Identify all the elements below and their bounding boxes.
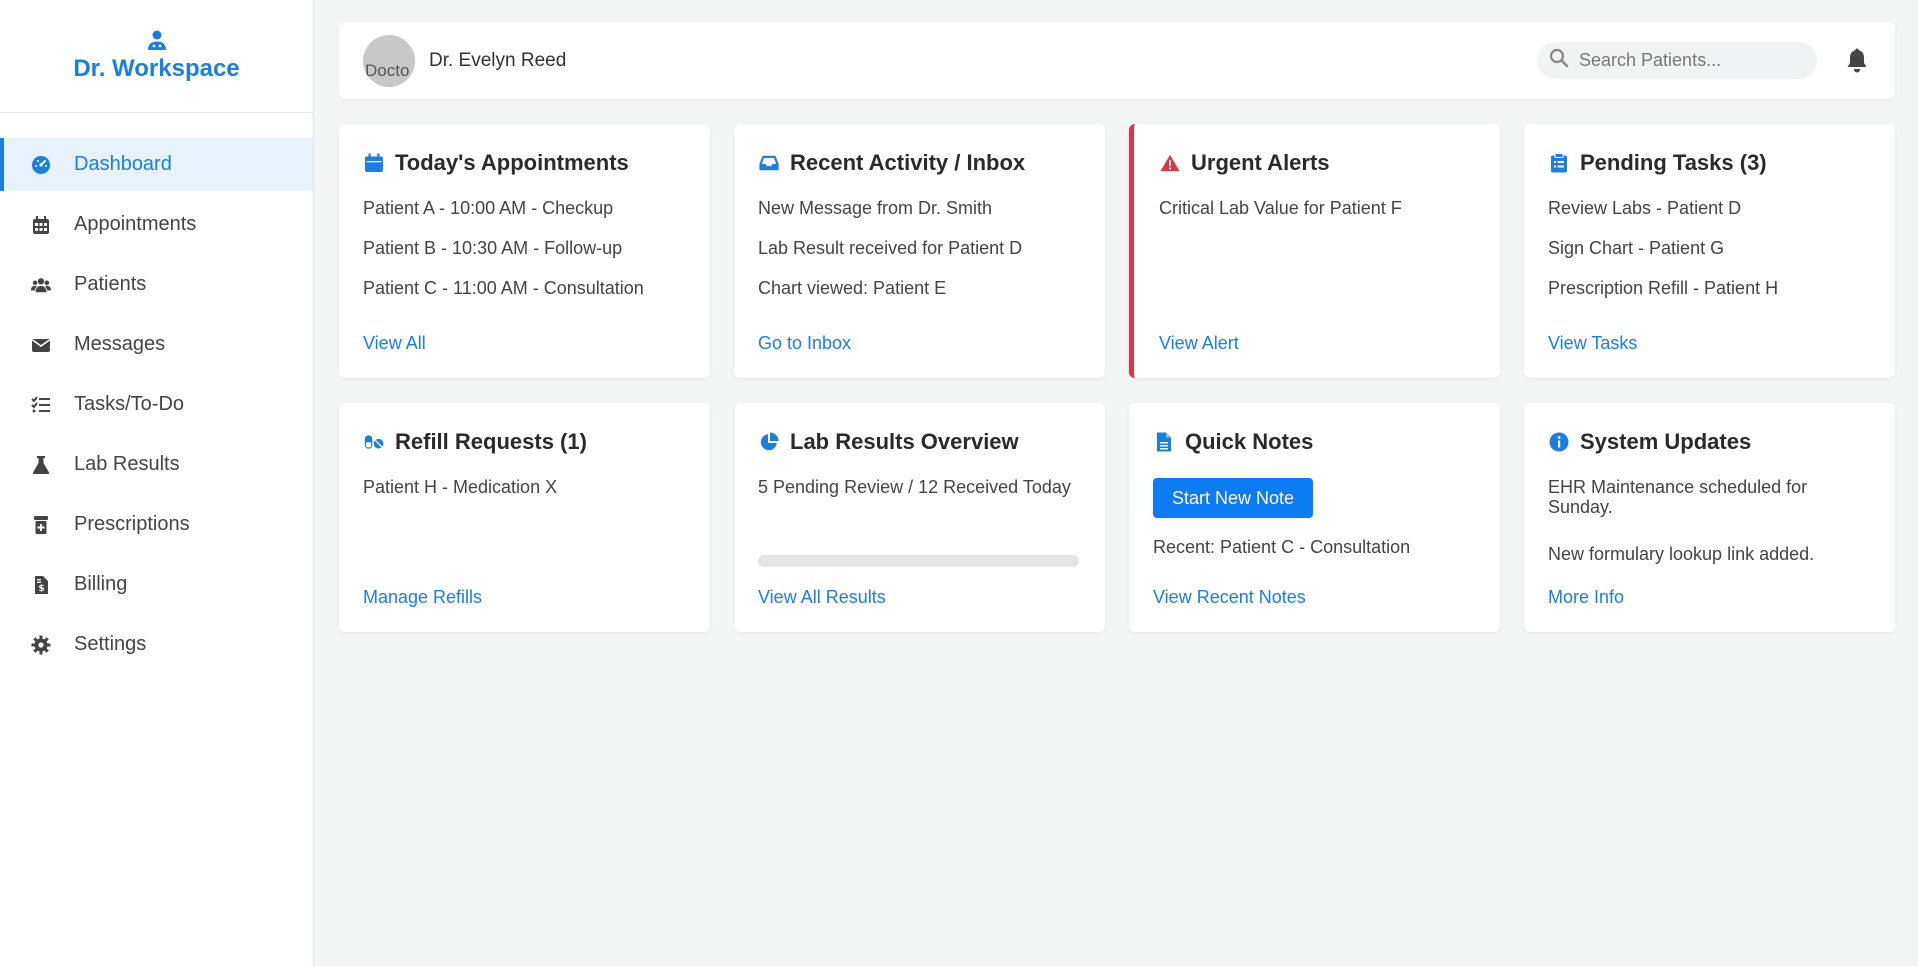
sidebar-item-appointments[interactable]: Appointments <box>0 198 313 251</box>
dashboard-grid: Today's Appointments Patient A - 10:00 A… <box>339 124 1895 632</box>
list-item[interactable]: Patient H - Medication X <box>363 477 686 497</box>
main-content: Docto Dr. Evelyn Reed Today's Appointmen… <box>339 22 1895 632</box>
sidebar-item-label: Messages <box>74 333 166 355</box>
pills-icon <box>363 431 385 453</box>
sidebar-item-billing[interactable]: $ Billing <box>0 558 313 611</box>
calendar-icon <box>363 152 385 174</box>
sidebar-item-label: Dashboard <box>74 153 172 175</box>
card-title: Today's Appointments <box>395 150 629 175</box>
go-to-inbox-link[interactable]: Go to Inbox <box>758 333 851 354</box>
sidebar-item-label: Lab Results <box>74 453 180 475</box>
search-box[interactable] <box>1537 42 1817 79</box>
search-input[interactable] <box>1579 50 1799 71</box>
sidebar-item-dashboard[interactable]: Dashboard <box>0 138 313 191</box>
pie-chart-icon <box>758 431 780 453</box>
card-title: Urgent Alerts <box>1191 150 1330 175</box>
sidebar-item-label: Billing <box>74 573 128 595</box>
brand-name: Dr. Workspace <box>73 55 240 82</box>
warning-icon <box>1159 152 1181 174</box>
inbox-icon <box>758 152 780 174</box>
gear-icon <box>30 634 52 656</box>
lab-summary: 5 Pending Review / 12 Received Today <box>758 477 1071 497</box>
list-item[interactable]: Prescription Refill - Patient H <box>1548 278 1871 298</box>
view-alert-link[interactable]: View Alert <box>1159 333 1239 354</box>
sidebar-item-label: Settings <box>74 633 147 655</box>
tasks-icon <box>30 394 52 416</box>
view-recent-notes-link[interactable]: View Recent Notes <box>1153 587 1306 608</box>
prescription-bottle-icon <box>30 514 52 536</box>
list-item[interactable]: Patient A - 10:00 AM - Checkup <box>363 198 686 218</box>
urgent-alerts-card: Urgent Alerts Critical Lab Value for Pat… <box>1129 124 1500 378</box>
view-tasks-link[interactable]: View Tasks <box>1548 333 1637 354</box>
users-icon <box>30 274 52 296</box>
list-item[interactable]: Review Labs - Patient D <box>1548 198 1871 218</box>
more-info-link[interactable]: More Info <box>1548 587 1624 608</box>
update-item: EHR Maintenance scheduled for Sunday. <box>1548 477 1808 517</box>
envelope-icon <box>30 334 52 356</box>
list-item[interactable]: Patient B - 10:30 AM - Follow-up <box>363 238 686 258</box>
manage-refills-link[interactable]: Manage Refills <box>363 587 482 608</box>
notification-bell-icon[interactable] <box>1843 46 1871 76</box>
list-item[interactable]: Patient C - 11:00 AM - Consultation <box>363 278 686 298</box>
search-icon <box>1549 48 1569 73</box>
list-item[interactable]: Sign Chart - Patient G <box>1548 238 1871 258</box>
top-bar: Docto Dr. Evelyn Reed <box>339 22 1895 99</box>
sidebar-item-lab-results[interactable]: Lab Results <box>0 438 313 491</box>
update-item: New formulary lookup link added. <box>1548 544 1815 564</box>
card-title: Pending Tasks (3) <box>1580 150 1767 175</box>
sidebar-item-label: Patients <box>74 273 147 295</box>
lab-results-card: Lab Results Overview 5 Pending Review / … <box>734 403 1105 632</box>
doctor-icon <box>146 29 168 51</box>
avatar-alt-text: Docto <box>365 60 410 80</box>
calendar-icon <box>30 214 52 236</box>
sidebar-item-prescriptions[interactable]: Prescriptions <box>0 498 313 551</box>
card-title: System Updates <box>1580 429 1752 454</box>
quick-notes-card: Quick Notes Start New Note Recent: Patie… <box>1129 403 1500 632</box>
invoice-icon: $ <box>30 574 52 596</box>
recent-note[interactable]: Recent: Patient C - Consultation <box>1153 537 1476 558</box>
card-title: Quick Notes <box>1185 429 1314 454</box>
svg-text:$: $ <box>38 584 44 594</box>
card-title: Recent Activity / Inbox <box>790 150 1026 175</box>
sidebar-item-tasks[interactable]: Tasks/To-Do <box>0 378 313 431</box>
avatar[interactable]: Docto <box>363 34 415 87</box>
card-title: Lab Results Overview <box>790 429 1019 454</box>
dashboard-icon <box>30 154 52 176</box>
activity-card: Recent Activity / Inbox New Message from… <box>734 124 1105 378</box>
list-item[interactable]: Critical Lab Value for Patient F <box>1159 198 1476 218</box>
sidebar-item-settings[interactable]: Settings <box>0 618 313 671</box>
refill-requests-card: Refill Requests (1) Patient H - Medicati… <box>339 403 710 632</box>
info-icon <box>1548 431 1570 453</box>
start-new-note-button[interactable]: Start New Note <box>1153 478 1314 518</box>
lab-progress-bar <box>758 555 1079 567</box>
appointments-card: Today's Appointments Patient A - 10:00 A… <box>339 124 710 378</box>
list-item[interactable]: Chart viewed: Patient E <box>758 278 1081 298</box>
document-icon <box>1153 431 1175 453</box>
sidebar: Dr. Workspace Dashboard Appointments Pat… <box>0 0 314 966</box>
sidebar-item-patients[interactable]: Patients <box>0 258 313 311</box>
sidebar-item-label: Tasks/To-Do <box>74 393 185 415</box>
card-title: Refill Requests (1) <box>395 429 587 454</box>
doctor-name: Dr. Evelyn Reed <box>429 49 567 71</box>
view-all-appointments-link[interactable]: View All <box>363 333 426 354</box>
system-updates-card: System Updates EHR Maintenance scheduled… <box>1524 403 1895 632</box>
brand: Dr. Workspace <box>0 0 313 113</box>
sidebar-nav: Dashboard Appointments Patients Messages… <box>0 138 313 671</box>
view-all-results-link[interactable]: View All Results <box>758 587 886 608</box>
clipboard-icon <box>1548 152 1570 174</box>
sidebar-item-messages[interactable]: Messages <box>0 318 313 371</box>
list-item[interactable]: New Message from Dr. Smith <box>758 198 1081 218</box>
sidebar-item-label: Appointments <box>74 213 197 235</box>
pending-tasks-card: Pending Tasks (3) Review Labs - Patient … <box>1524 124 1895 378</box>
sidebar-item-label: Prescriptions <box>74 513 190 535</box>
list-item[interactable]: Lab Result received for Patient D <box>758 238 1081 258</box>
flask-icon <box>30 454 52 476</box>
